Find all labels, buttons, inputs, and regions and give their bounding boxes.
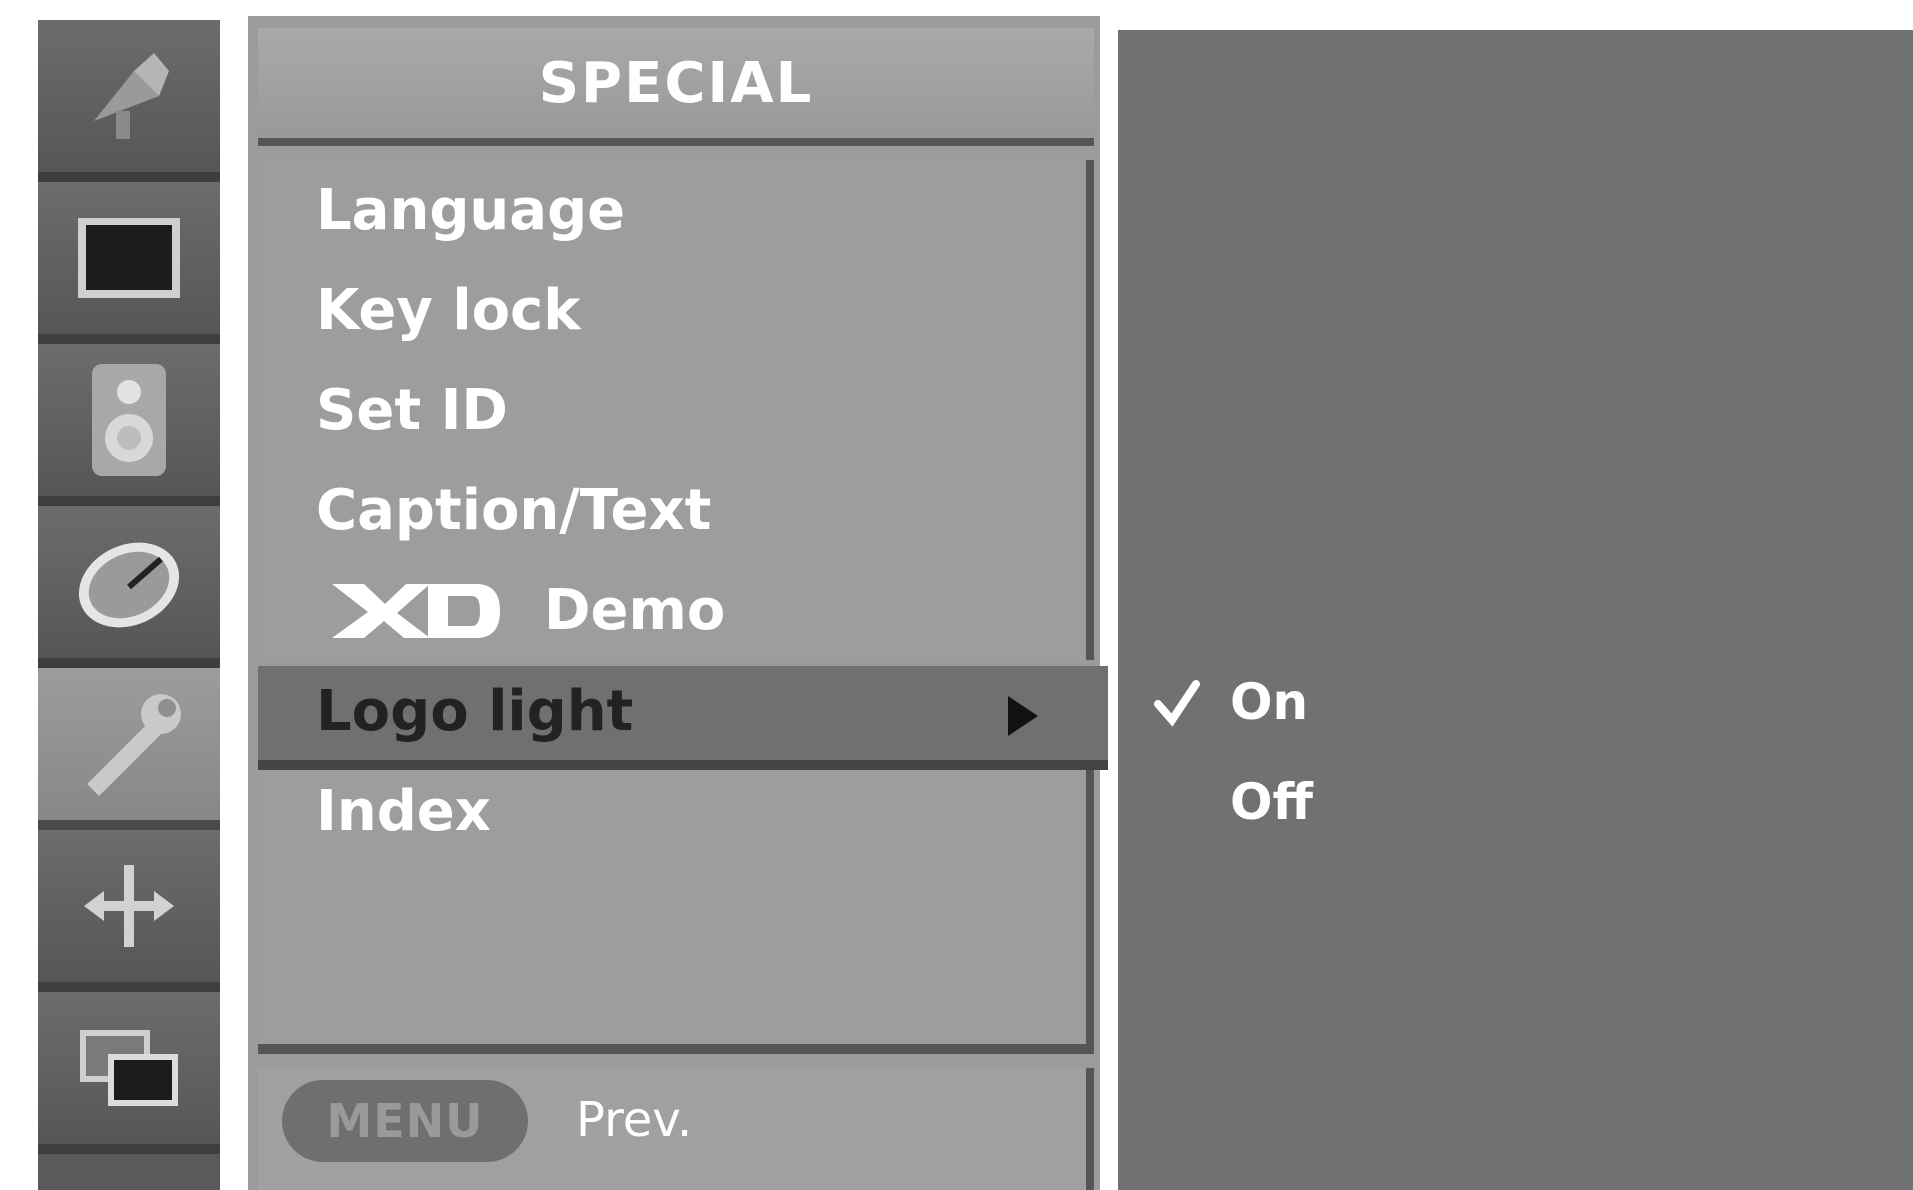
menu-item-key-lock[interactable]: Key lock: [316, 276, 581, 346]
menu-item-set-id[interactable]: Set ID: [316, 376, 508, 446]
submenu-panel: [1118, 30, 1913, 1190]
xd-logo: [332, 584, 500, 638]
rail-item-pip[interactable]: [38, 992, 220, 1154]
menu-item-caption-text[interactable]: Caption/Text: [316, 476, 711, 546]
clock-icon: [78, 542, 180, 628]
rail-item-channel[interactable]: [38, 20, 220, 182]
rail-item-screen[interactable]: [38, 830, 220, 992]
menu-item-label: Logo light: [316, 679, 634, 744]
rail-item-special[interactable]: [38, 668, 220, 830]
wrench-icon: [87, 694, 181, 796]
menu-item-index[interactable]: Index: [316, 777, 491, 847]
satellite-dish-icon: [94, 53, 169, 139]
category-rail: [38, 20, 220, 1190]
rail-item-time[interactable]: [38, 506, 220, 668]
move-arrows-icon: [84, 865, 174, 947]
speaker-icon: [92, 364, 166, 476]
rail-item-audio[interactable]: [38, 344, 220, 506]
menu-title: SPECIAL: [258, 28, 1094, 146]
submenu-option-off[interactable]: Off: [1230, 770, 1313, 834]
pip-windows-icon: [80, 1030, 178, 1106]
menu-item-language[interactable]: Language: [316, 176, 625, 246]
submenu-option-on[interactable]: On: [1230, 670, 1308, 734]
menu-item-label: Demo: [544, 578, 726, 643]
menu-footer: MENU Prev.: [258, 1068, 1094, 1190]
prev-label: Prev.: [576, 1092, 693, 1148]
menu-item-logo-light[interactable]: Logo light: [258, 666, 1108, 770]
screen-icon: [78, 218, 180, 298]
rail-item-picture[interactable]: [38, 182, 220, 344]
menu-item-xd-demo[interactable]: Demo: [330, 576, 725, 646]
menu-button[interactable]: MENU: [282, 1080, 528, 1162]
check-icon: [1154, 680, 1200, 727]
arrow-right-icon: [1008, 696, 1038, 736]
